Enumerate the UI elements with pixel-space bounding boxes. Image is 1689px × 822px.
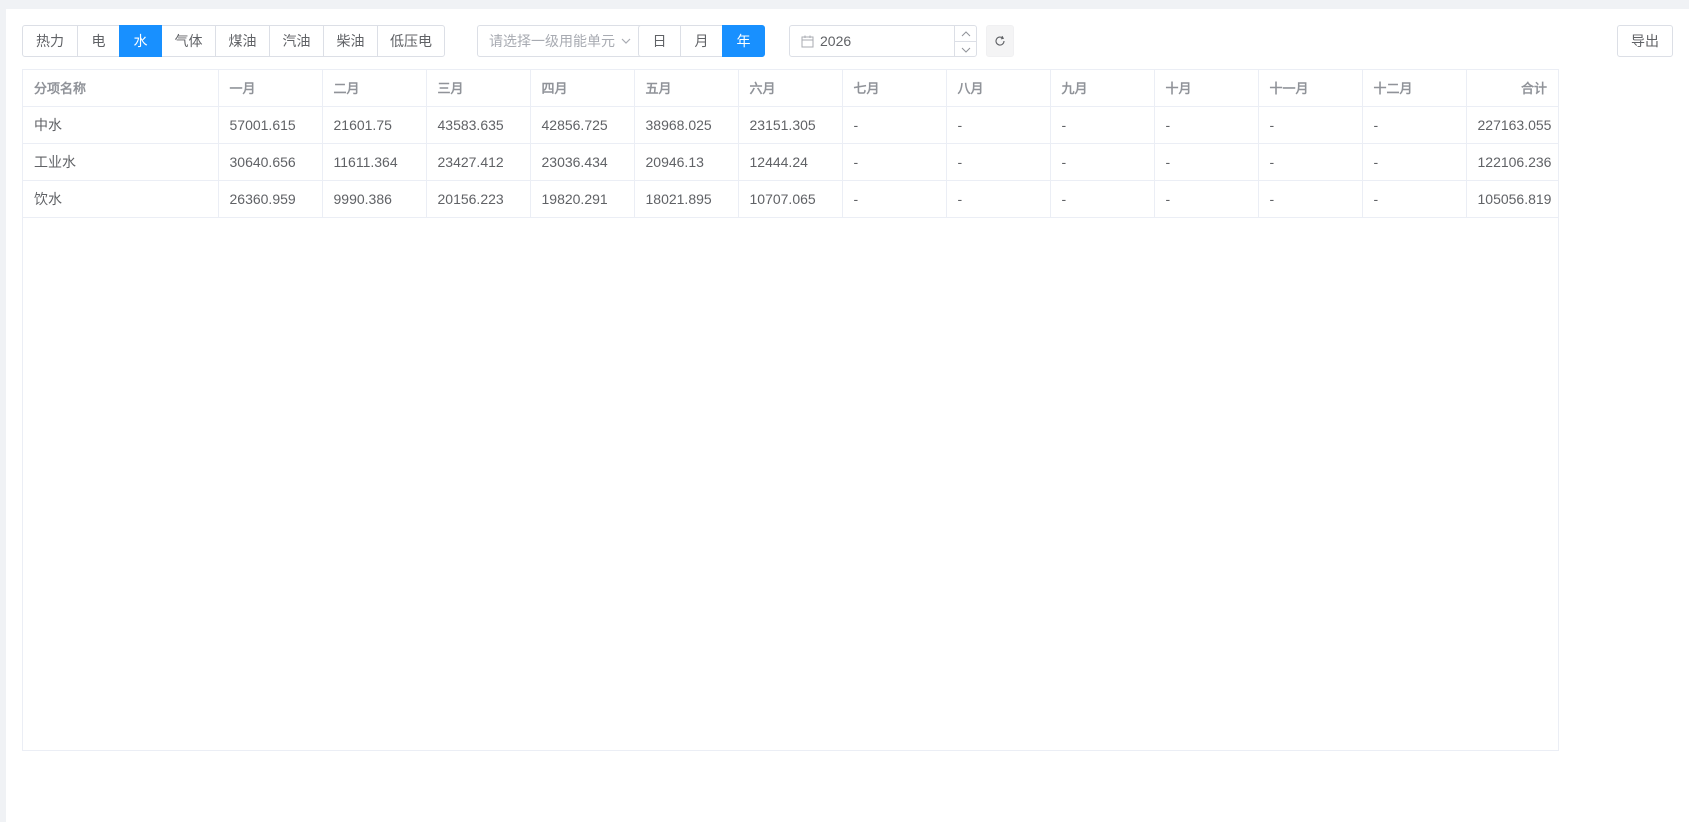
table-cell: -	[842, 106, 947, 144]
period-day-button[interactable]: 日	[638, 25, 681, 57]
table-cell: 19820.291	[530, 180, 635, 218]
table-cell: 57001.615	[218, 106, 323, 144]
table-cell: 18021.895	[634, 180, 739, 218]
table-cell: -	[1258, 180, 1363, 218]
column-header: 二月	[322, 70, 427, 107]
table-cell: 中水	[23, 106, 219, 144]
column-header: 十月	[1154, 70, 1259, 107]
table-cell: 38968.025	[634, 106, 739, 144]
table-cell: -	[1362, 106, 1467, 144]
table-cell: -	[1154, 180, 1259, 218]
year-value: 2026	[820, 33, 852, 49]
energy-unit-select[interactable]: 请选择一级用能单元	[477, 25, 643, 57]
column-header: 五月	[634, 70, 739, 107]
export-button[interactable]: 导出	[1617, 25, 1673, 57]
chevron-down-icon	[621, 38, 631, 44]
energy-type-diesel-button[interactable]: 柴油	[323, 25, 378, 57]
table-cell: -	[1050, 180, 1155, 218]
table-row: 工业水 30640.656 11611.364 23427.412 23036.…	[23, 143, 1558, 181]
energy-type-electricity-button[interactable]: 电	[77, 25, 120, 57]
energy-type-group: 热力 电 水 气体 煤油 汽油 柴油 低压电	[22, 25, 445, 57]
table-cell: 20946.13	[634, 143, 739, 181]
refresh-icon	[995, 35, 1005, 46]
table-cell: 23427.412	[426, 143, 531, 181]
energy-type-gas-button[interactable]: 气体	[161, 25, 216, 57]
period-year-button[interactable]: 年	[722, 25, 765, 57]
column-header: 九月	[1050, 70, 1155, 107]
table-cell: -	[1362, 180, 1467, 218]
column-header: 分项名称	[23, 70, 219, 107]
table-cell: -	[946, 143, 1051, 181]
energy-unit-placeholder: 请选择一级用能单元	[489, 33, 615, 49]
column-header: 合计	[1466, 70, 1558, 107]
table-cell: 12444.24	[738, 143, 843, 181]
table-cell: -	[1154, 106, 1259, 144]
table-header-row: 分项名称 一月 二月 三月 四月 五月 六月 七月 八月 九月 十月 十一月 十…	[23, 70, 1558, 107]
toolbar: 热力 电 水 气体 煤油 汽油 柴油 低压电 请选择一级用能单元 日 月 年 2…	[22, 25, 1689, 57]
energy-type-gasoline-button[interactable]: 汽油	[269, 25, 324, 57]
table-cell: -	[1258, 143, 1363, 181]
calendar-icon	[801, 35, 814, 48]
chevron-down-icon	[961, 47, 970, 53]
period-type-group: 日 月 年	[638, 25, 765, 57]
table-cell: -	[946, 180, 1051, 218]
table-cell: 23151.305	[738, 106, 843, 144]
table-cell: 饮水	[23, 180, 219, 218]
column-header: 十二月	[1362, 70, 1467, 107]
year-picker[interactable]: 2026	[789, 25, 977, 57]
table-cell: 122106.236	[1466, 143, 1558, 181]
refresh-button[interactable]	[986, 25, 1014, 57]
table-cell: -	[1050, 143, 1155, 181]
table-cell: -	[842, 180, 947, 218]
table-cell: -	[1258, 106, 1363, 144]
column-header: 十一月	[1258, 70, 1363, 107]
decrement-button[interactable]	[955, 42, 976, 57]
chevron-up-icon	[961, 30, 970, 36]
data-table: 分项名称 一月 二月 三月 四月 五月 六月 七月 八月 九月 十月 十一月 十…	[22, 69, 1559, 751]
column-header: 三月	[426, 70, 531, 107]
energy-type-water-button[interactable]: 水	[119, 25, 162, 57]
table-cell: -	[1050, 106, 1155, 144]
table-cell: 43583.635	[426, 106, 531, 144]
energy-type-kerosene-button[interactable]: 煤油	[215, 25, 270, 57]
energy-type-heat-button[interactable]: 热力	[22, 25, 78, 57]
table-cell: 9990.386	[322, 180, 427, 218]
table-cell: 26360.959	[218, 180, 323, 218]
table-row: 饮水 26360.959 9990.386 20156.223 19820.29…	[23, 180, 1558, 218]
table-cell: 30640.656	[218, 143, 323, 181]
year-stepper	[954, 26, 976, 56]
table-cell: 10707.065	[738, 180, 843, 218]
column-header: 一月	[218, 70, 323, 107]
energy-type-low-voltage-button[interactable]: 低压电	[377, 25, 445, 57]
table-cell: 工业水	[23, 143, 219, 181]
table-cell: 105056.819	[1466, 180, 1558, 218]
increment-button[interactable]	[955, 26, 976, 42]
table-cell: -	[1362, 143, 1467, 181]
table-row: 中水 57001.615 21601.75 43583.635 42856.72…	[23, 106, 1558, 144]
table-cell: 21601.75	[322, 106, 427, 144]
column-header: 八月	[946, 70, 1051, 107]
table-cell: 20156.223	[426, 180, 531, 218]
table-cell: 227163.055	[1466, 106, 1558, 144]
column-header: 六月	[738, 70, 843, 107]
table-cell: 23036.434	[530, 143, 635, 181]
content-panel: 热力 电 水 气体 煤油 汽油 柴油 低压电 请选择一级用能单元 日 月 年 2…	[6, 9, 1689, 822]
column-header: 七月	[842, 70, 947, 107]
table-cell: 11611.364	[322, 143, 427, 181]
table-cell: -	[842, 143, 947, 181]
table-cell: -	[1154, 143, 1259, 181]
column-header: 四月	[530, 70, 635, 107]
table-cell: 42856.725	[530, 106, 635, 144]
table-cell: -	[946, 106, 1051, 144]
period-month-button[interactable]: 月	[680, 25, 723, 57]
